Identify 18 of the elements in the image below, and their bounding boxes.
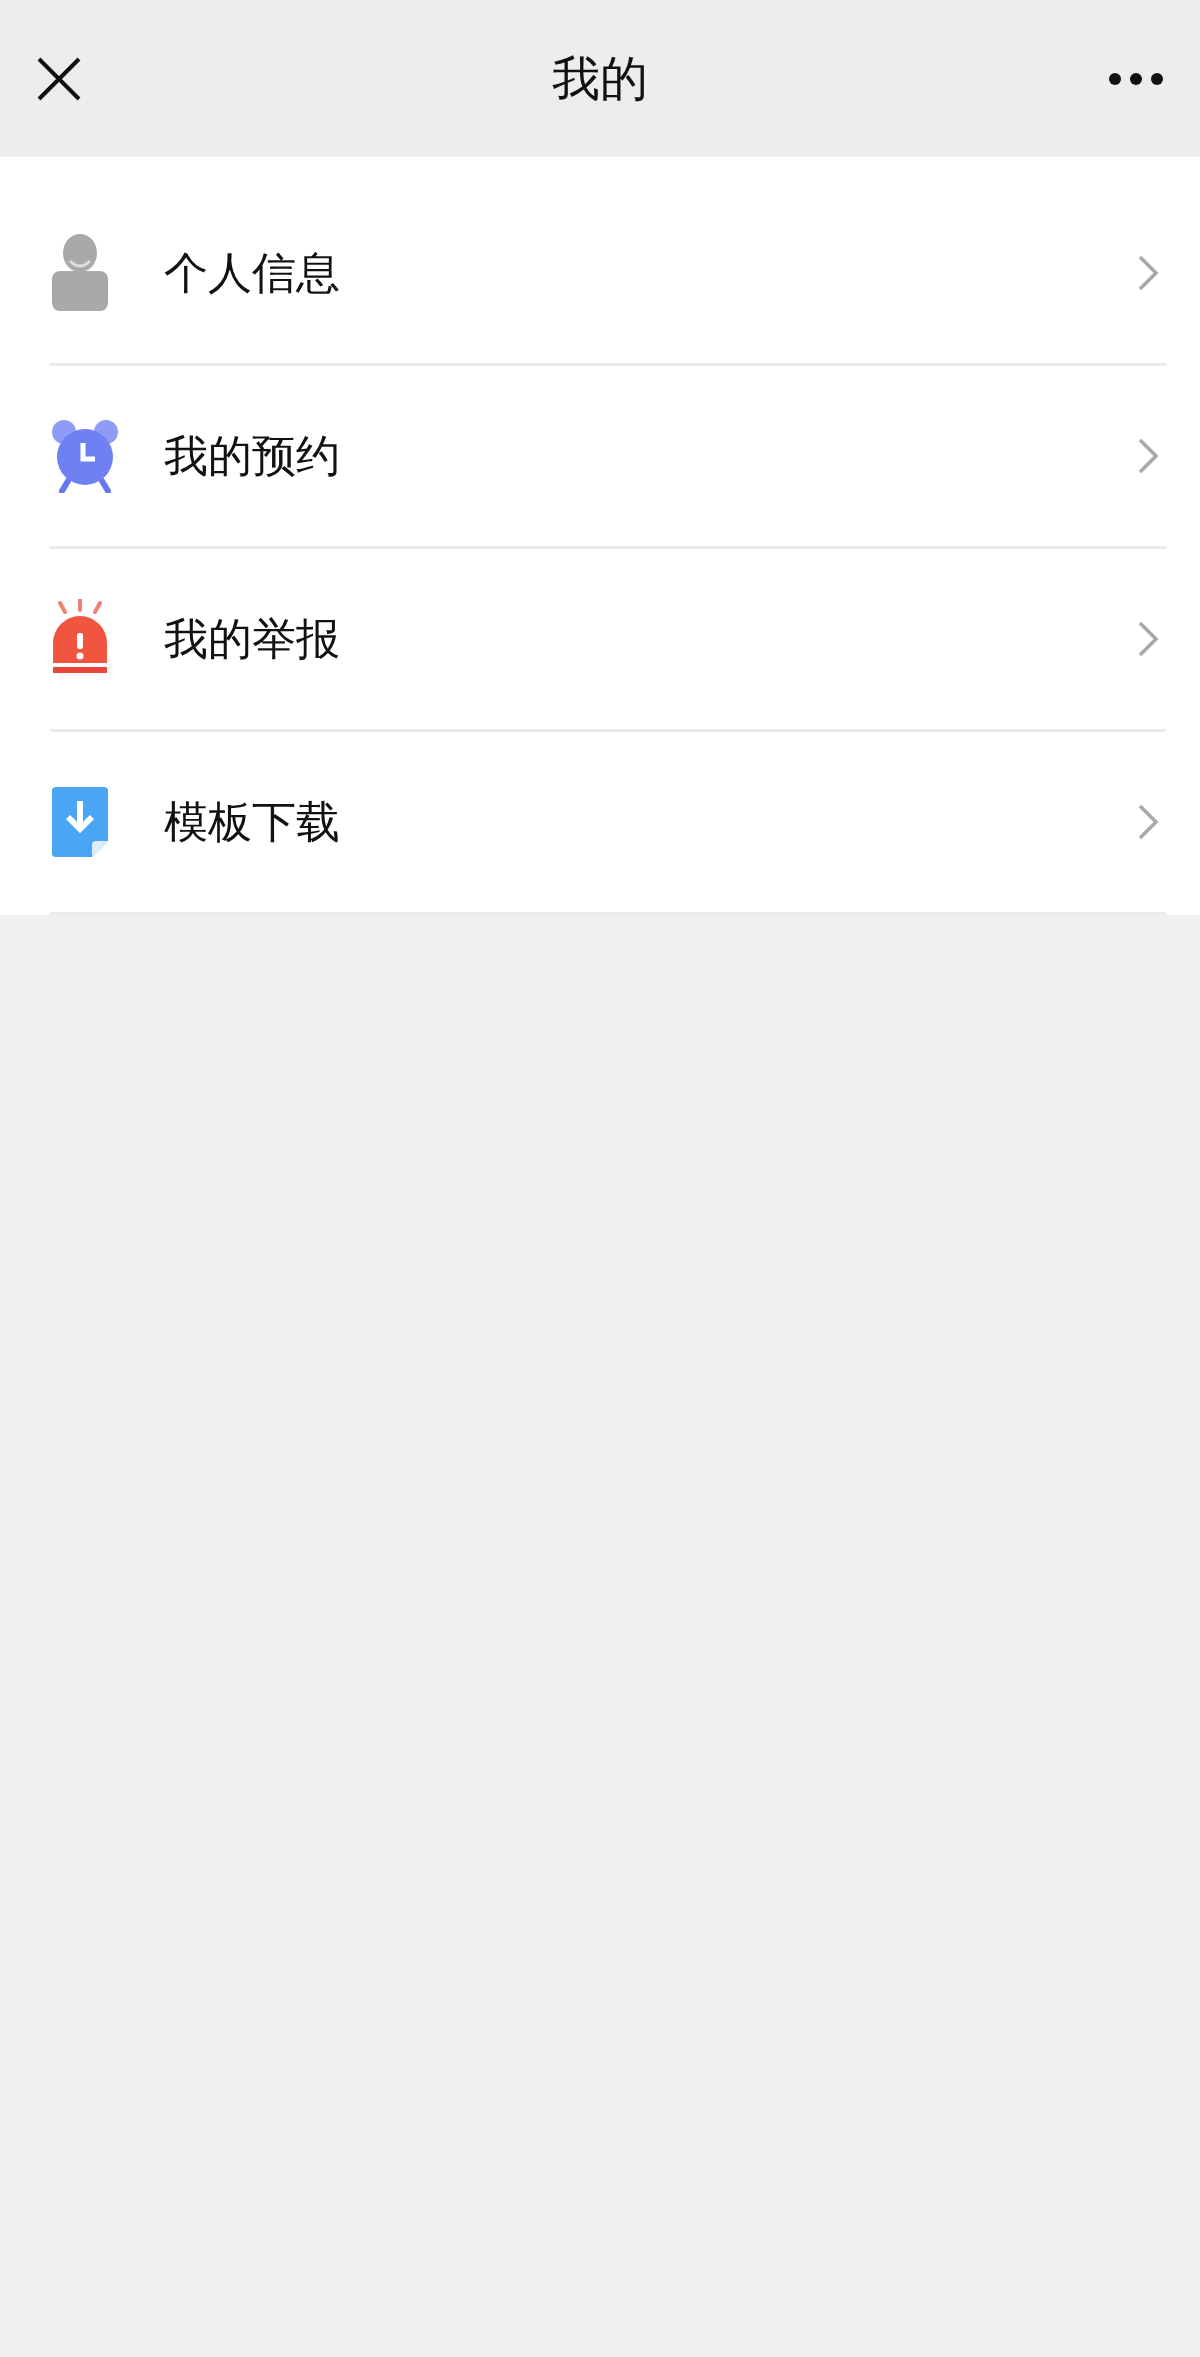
close-button[interactable] [36, 55, 82, 102]
chevron-icon [1138, 804, 1158, 840]
chevron-icon [1138, 438, 1158, 474]
menu-label: 我的预约 [164, 428, 340, 483]
menu-item[interactable]: 我的预约 [50, 366, 1166, 549]
chevron-icon [1138, 621, 1158, 657]
menu-label: 模板下载 [164, 794, 340, 849]
chevron-icon [1138, 255, 1158, 291]
page-title: 我的 [552, 48, 648, 108]
download-file-icon [50, 785, 110, 859]
menu-item[interactable]: 我的举报 [50, 549, 1166, 732]
menu-label: 我的举报 [164, 611, 340, 666]
alarm-clock-icon [50, 419, 120, 493]
more-button[interactable] [1108, 71, 1164, 86]
menu-item[interactable]: 模板下载 [50, 732, 1166, 915]
menu-item[interactable]: 个人信息 [50, 183, 1166, 366]
person-icon [50, 233, 110, 313]
menu-label: 个人信息 [164, 245, 340, 300]
